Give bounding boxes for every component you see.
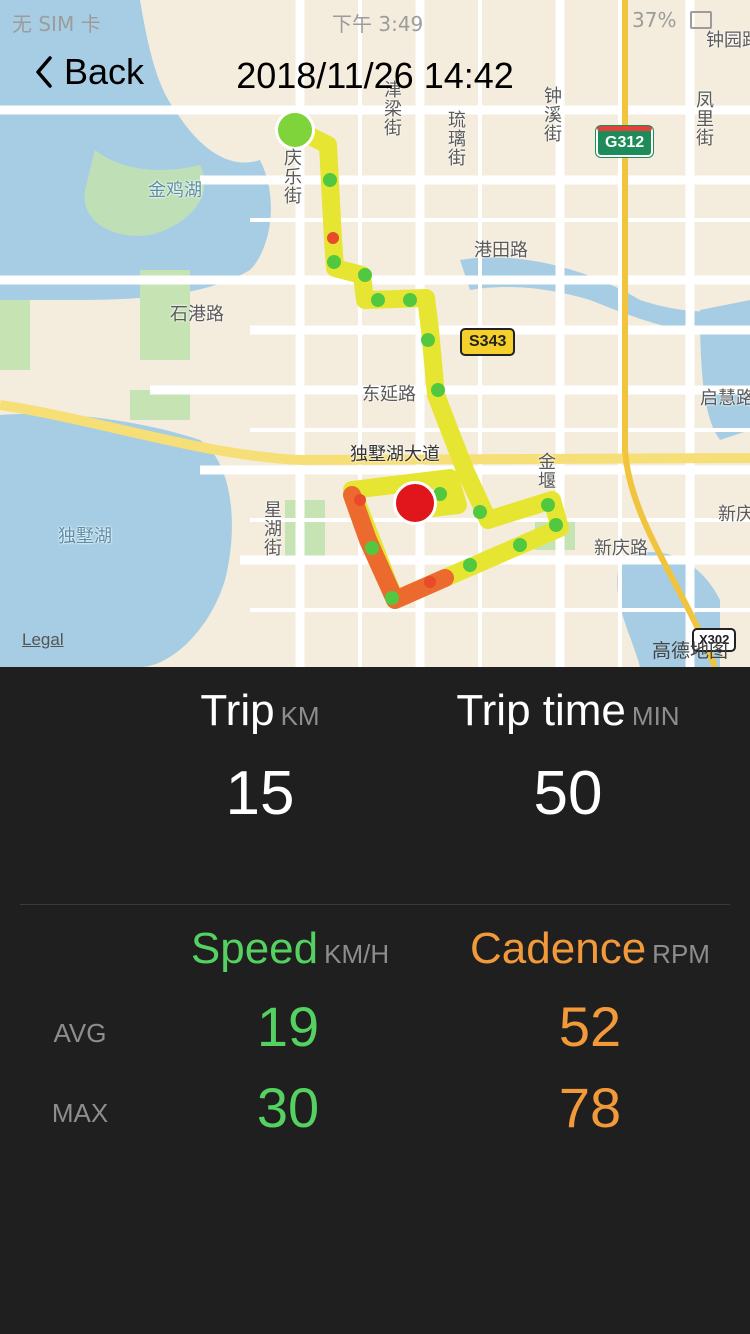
- highway-shield-s343: S343: [460, 328, 516, 356]
- trip-distance-label: Trip: [200, 686, 275, 735]
- route-start-marker[interactable]: [275, 110, 315, 150]
- trip-distance-value: 15: [225, 759, 295, 828]
- map-provider-logo: 高德地图: [652, 640, 729, 662]
- speed-avg-value: 19: [256, 995, 320, 1058]
- map-label-jinjihu: 金鸡湖: [148, 180, 202, 201]
- cadence-label: Cadence: [470, 924, 647, 973]
- avg-row-label: AVG: [53, 1018, 107, 1048]
- map-label-qinglejie: 庆乐街: [281, 148, 302, 205]
- map-label-fenglijie: 凤里街: [693, 90, 714, 147]
- trip-datetime-title: 2018/11/26 14:42: [236, 55, 514, 96]
- section-divider: [20, 904, 730, 905]
- map-label-shigang: 石港路: [170, 304, 224, 325]
- map-label-dushuhu: 独墅湖: [58, 526, 112, 547]
- map-label-xinqing: 新庆路: [594, 538, 648, 559]
- map-label-xinghu: 星湖街: [261, 500, 282, 557]
- map-base: [0, 0, 750, 667]
- map-label-xinqing2: 新庆: [718, 504, 750, 525]
- status-battery: 37%: [632, 8, 677, 32]
- status-carrier: 无 SIM 卡: [12, 12, 101, 36]
- map-label-zhonglian: 钟园路: [706, 30, 750, 51]
- trip-time-unit: MIN: [631, 701, 680, 731]
- speed-max-value: 30: [256, 1076, 320, 1139]
- cadence-max-value: 78: [558, 1076, 622, 1139]
- trip-distance-header: Trip KM: [110, 686, 410, 736]
- map-legal-link[interactable]: Legal: [22, 630, 64, 650]
- speed-header: Speed KM/H: [150, 924, 430, 974]
- trip-time-label: Trip time: [456, 686, 626, 735]
- cadence-header: Cadence RPM: [440, 924, 740, 974]
- max-row-label: MAX: [51, 1098, 109, 1128]
- battery-icon: [690, 11, 712, 29]
- highway-shield-g312: G312: [596, 126, 654, 157]
- trip-time-value: 50: [533, 759, 603, 828]
- map-label-qihui: 启慧路: [700, 388, 750, 409]
- route-map[interactable]: 金鸡湖 独墅湖 石港路 东延路 港田路 独墅湖大道 新庆路 新庆 启慧路 钟园路…: [0, 0, 750, 667]
- trip-distance-unit: KM: [280, 701, 320, 731]
- cadence-unit: RPM: [652, 939, 710, 969]
- route-end-marker[interactable]: [393, 481, 437, 525]
- status-time: 下午 3:49: [332, 12, 424, 36]
- map-label-jindi: 金堰: [535, 452, 556, 490]
- cadence-avg-value: 52: [558, 995, 622, 1058]
- trip-time-header: Trip time MIN: [418, 686, 718, 736]
- map-label-dongyan: 东延路: [362, 384, 416, 405]
- speed-label: Speed: [190, 924, 319, 973]
- map-label-dushuhu-avenue: 独墅湖大道: [350, 444, 440, 465]
- speed-unit: KM/H: [324, 939, 390, 969]
- map-label-gangtian: 港田路: [474, 240, 528, 261]
- map-label-liulijie: 琉璃街: [445, 110, 466, 167]
